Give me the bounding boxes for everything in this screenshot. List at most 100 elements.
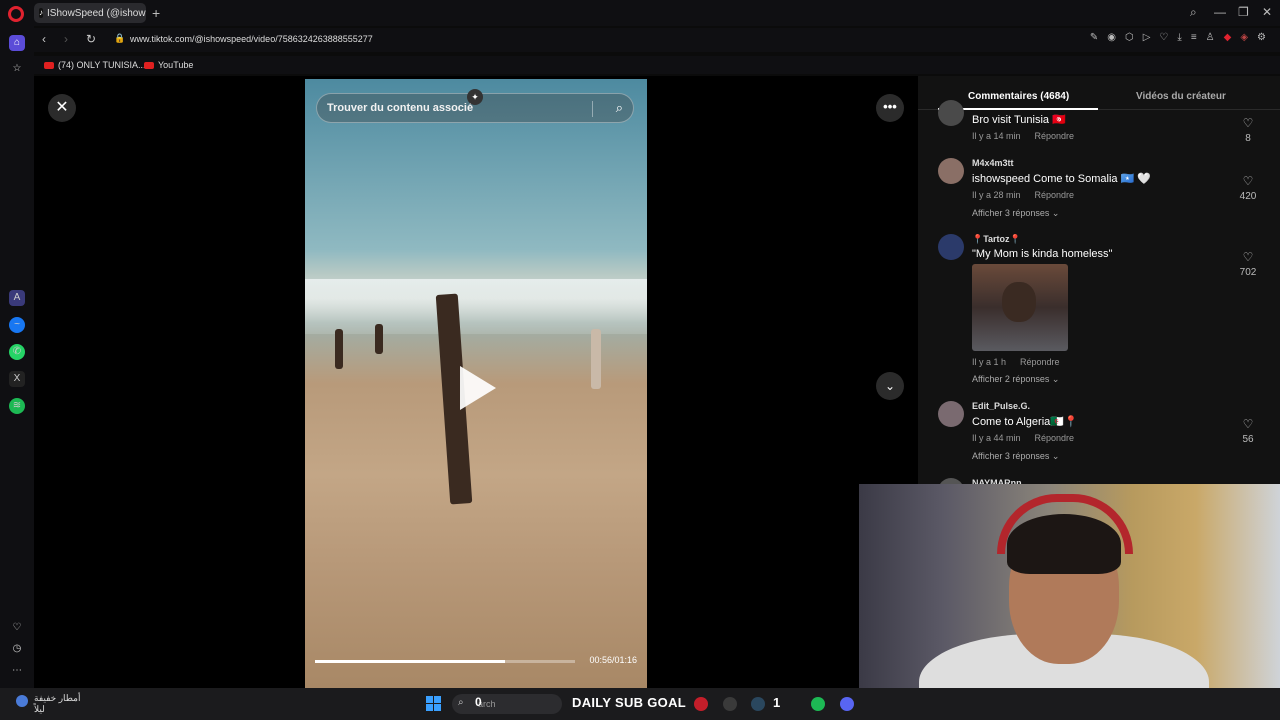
- weather-widget[interactable]: أمطار خفيفة ليلاً: [34, 693, 81, 715]
- tab-title: IShowSpeed (@ishow: [47, 7, 146, 19]
- daily-sub-goal-label: DAILY SUB GOAL: [572, 695, 686, 710]
- history-icon[interactable]: ◷: [9, 641, 25, 657]
- play-icon[interactable]: ▷: [1143, 32, 1151, 43]
- search-placeholder: Trouver du contenu associé: [327, 102, 474, 114]
- windows-start-icon[interactable]: [426, 696, 442, 712]
- video-frame-waves: [305, 279, 647, 334]
- search-icon[interactable]: ⌕: [616, 100, 623, 116]
- heart-icon: ♡: [1242, 116, 1254, 130]
- discord-icon[interactable]: [840, 697, 854, 711]
- comment-username[interactable]: Edit_Pulse.G.: [972, 401, 1030, 411]
- chevron-down-icon: ⌄: [1051, 208, 1060, 218]
- reply-link[interactable]: Répondre: [1035, 190, 1075, 200]
- spotify-icon[interactable]: [811, 697, 825, 711]
- weather-icon[interactable]: [16, 695, 28, 707]
- sub-goal-target: 1: [773, 695, 781, 710]
- view-replies-link[interactable]: Afficher 3 réponses ⌄: [972, 451, 1059, 462]
- browser-tab[interactable]: ♪ IShowSpeed (@ishow: [34, 3, 146, 23]
- spotify-icon[interactable]: ≋: [9, 398, 25, 414]
- x-icon[interactable]: X: [9, 371, 25, 387]
- comment-text: Come to Algeria🇩🇿📍: [972, 416, 1078, 428]
- comment-item: Edit_Pulse.G. Come to Algeria🇩🇿📍 Il y a …: [938, 401, 1268, 463]
- heart-icon: ♡: [1242, 174, 1254, 188]
- webcam-headset: [997, 494, 1133, 554]
- home-icon[interactable]: ⌂: [9, 35, 25, 51]
- sub-goal-current: 0: [475, 695, 482, 709]
- youtube-icon: [144, 61, 154, 69]
- menu-icon[interactable]: ≡: [1191, 32, 1197, 43]
- app-icon[interactable]: [723, 697, 737, 711]
- like-button[interactable]: ♡ 420: [1238, 172, 1258, 202]
- steam-icon[interactable]: [751, 697, 765, 711]
- messenger-icon[interactable]: ~: [9, 317, 25, 333]
- next-video-button[interactable]: ⌄: [876, 372, 904, 400]
- video-progress-fill: [315, 660, 505, 663]
- url-field[interactable]: www.tiktok.com/@ishowspeed/video/7586324…: [130, 34, 373, 44]
- video-progress-bar[interactable]: [315, 660, 575, 663]
- profile-icon[interactable]: ♙: [1206, 32, 1215, 43]
- reply-link[interactable]: Répondre: [1020, 357, 1060, 367]
- sparkle-icon[interactable]: ✦: [467, 89, 483, 105]
- reply-link[interactable]: Répondre: [1035, 433, 1075, 443]
- close-video-button[interactable]: ✕: [48, 94, 76, 122]
- camera-icon[interactable]: ◉: [1107, 32, 1116, 43]
- search-icon[interactable]: ⌕: [1190, 5, 1197, 20]
- screen: ♪ IShowSpeed (@ishow + ⌕ — ❐ ✕ ‹ › ↻ 🔒 w…: [0, 0, 1280, 720]
- address-bar: ‹ › ↻ 🔒 www.tiktok.com/@ishowspeed/video…: [34, 28, 1280, 52]
- video-frame-person: [335, 329, 343, 369]
- video-frame-person: [591, 329, 601, 389]
- more-options-button[interactable]: •••: [876, 94, 904, 122]
- avatar[interactable]: [938, 234, 964, 260]
- more-icon[interactable]: ⋯: [9, 663, 25, 679]
- forward-icon[interactable]: ›: [64, 32, 68, 46]
- bookmark-item[interactable]: (74) ONLY TUNISIA...: [44, 60, 146, 70]
- comment-meta: Il y a 1 h Répondre: [972, 357, 1060, 367]
- opera-logo-icon[interactable]: [8, 6, 24, 22]
- lock-icon: 🔒: [114, 33, 126, 43]
- extension-icon[interactable]: ◈: [1240, 32, 1248, 43]
- comment-username[interactable]: M4x4m3tt: [972, 158, 1014, 168]
- bookmark-item[interactable]: YouTube: [144, 60, 193, 70]
- browser-tab-bar: ♪ IShowSpeed (@ishow + ⌕ — ❐ ✕: [0, 0, 1280, 26]
- heart-icon[interactable]: ♡: [1159, 32, 1168, 43]
- reload-icon[interactable]: ↻: [86, 32, 96, 46]
- extension-toolbar: ✎ ◉ ⬡ ▷ ♡ ⤓ ≡ ♙ ◆ ◈ ⚙: [1090, 32, 1266, 43]
- tab-comments[interactable]: Commentaires (4684): [968, 91, 1069, 102]
- download-icon[interactable]: ⤓: [1177, 32, 1181, 43]
- whatsapp-icon[interactable]: ✆: [9, 344, 25, 360]
- back-icon[interactable]: ‹: [42, 32, 46, 46]
- view-replies-link[interactable]: Afficher 2 réponses ⌄: [972, 374, 1059, 385]
- avatar[interactable]: [938, 401, 964, 427]
- heart-icon: ♡: [1242, 417, 1254, 431]
- edit-icon[interactable]: ✎: [1090, 32, 1098, 43]
- like-button[interactable]: ♡ 56: [1238, 415, 1258, 445]
- webcam-overlay: [859, 484, 1280, 720]
- star-icon[interactable]: ☆: [9, 61, 25, 77]
- tab-creator-videos[interactable]: Vidéos du créateur: [1136, 91, 1226, 102]
- heart-icon[interactable]: ♡: [9, 620, 25, 636]
- maximize-icon[interactable]: ❐: [1238, 5, 1249, 19]
- close-window-icon[interactable]: ✕: [1262, 5, 1272, 19]
- avatar[interactable]: [938, 158, 964, 184]
- comment-image[interactable]: [972, 264, 1068, 351]
- comment-item: Bro visit Tunisia 🇹🇳 Il y a 14 min Répond…: [938, 100, 1268, 146]
- shield-icon[interactable]: ⬡: [1125, 32, 1134, 43]
- video-time: 00:56/01:16: [589, 655, 637, 665]
- taskbar-search[interactable]: arch: [452, 694, 562, 714]
- comment-item: 📍Tartoz📍 "My Mom is kinda homeless" Il y…: [938, 234, 1268, 384]
- new-tab-icon[interactable]: +: [152, 5, 160, 21]
- like-button[interactable]: ♡ 702: [1238, 248, 1258, 278]
- play-icon[interactable]: [460, 366, 496, 410]
- aria-icon[interactable]: A: [9, 290, 25, 306]
- comment-username[interactable]: 📍Tartoz📍: [972, 234, 1021, 245]
- vpn-icon[interactable]: ◆: [1224, 32, 1232, 43]
- comment-meta: Il y a 14 min Répondre: [972, 131, 1075, 141]
- like-button[interactable]: ♡ 8: [1238, 114, 1258, 144]
- opera-icon[interactable]: [694, 697, 708, 711]
- avatar[interactable]: [938, 100, 964, 126]
- reply-link[interactable]: Répondre: [1035, 131, 1075, 141]
- view-replies-link[interactable]: Afficher 3 réponses ⌄: [972, 208, 1059, 219]
- minimize-icon[interactable]: —: [1214, 5, 1226, 19]
- video-player[interactable]: Trouver du contenu associé ⌕ ✦ 00:56/01:…: [305, 79, 647, 688]
- settings-icon[interactable]: ⚙: [1257, 32, 1266, 43]
